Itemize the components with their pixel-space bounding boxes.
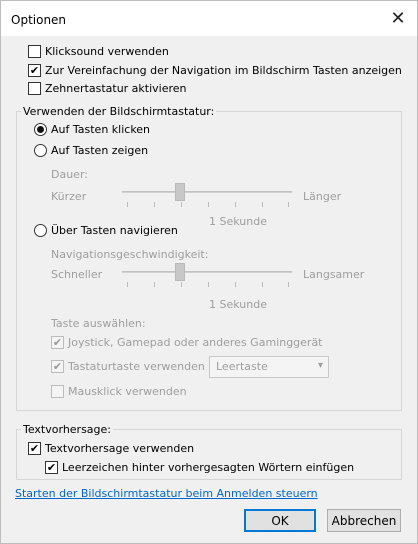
ok-button[interactable]: OK <box>244 509 316 532</box>
radio-hover[interactable] <box>34 144 47 160</box>
scan-value: 1 Sekunde <box>209 298 267 311</box>
scan-min-label: Schneller <box>51 268 103 281</box>
logon-settings-link[interactable]: Starten der Bildschirmtastatur beim Anme… <box>15 487 318 500</box>
prediction-group-legend: Textvorhersage: <box>21 423 114 436</box>
radio-hover-button[interactable] <box>34 144 47 157</box>
joystick-option[interactable]: ✔ <box>51 336 64 349</box>
chevron-down-icon: ▾ <box>317 360 323 371</box>
keyboard-key-checkbox[interactable]: ✔ <box>51 360 64 373</box>
radio-click[interactable] <box>34 123 47 136</box>
click-sound-option[interactable] <box>28 45 41 61</box>
keyboard-key-select-value: Leertaste <box>216 360 268 373</box>
slider-tick <box>235 202 236 207</box>
keyboard-key-option[interactable]: ✔ <box>51 360 64 373</box>
keyboard-key-select[interactable]: Leertaste ▾ <box>209 356 329 378</box>
slider-tick <box>288 202 289 207</box>
scan-speed-label: Navigationsgeschwindigkeit: <box>51 248 209 261</box>
slider-tick <box>127 282 128 287</box>
insert-space-option[interactable]: ✔ <box>45 461 58 474</box>
slider-tick <box>235 282 236 287</box>
slider-tick <box>208 282 209 287</box>
dwell-min-label: Kürzer <box>51 190 87 203</box>
mouse-click-option[interactable] <box>51 385 64 401</box>
scan-slider-track[interactable] <box>122 271 292 273</box>
slider-tick <box>154 202 155 207</box>
close-button[interactable]: ✕ <box>387 7 409 29</box>
radio-click-label[interactable]: Auf Tasten klicken <box>51 123 150 136</box>
slider-tick <box>288 282 289 287</box>
show-keys-label[interactable]: Zur Vereinfachung der Navigation im Bild… <box>45 64 402 77</box>
checkmark-icon: ✔ <box>46 461 57 474</box>
title-bar: Optionen ✕ <box>1 1 417 36</box>
numpad-option[interactable] <box>28 82 41 98</box>
slider-tick <box>262 282 263 287</box>
radio-hover-label[interactable]: Auf Tasten zeigen <box>51 144 148 157</box>
radio-scan[interactable] <box>34 224 47 240</box>
use-prediction-checkbox[interactable]: ✔ <box>28 442 41 455</box>
mouse-click-checkbox[interactable] <box>51 385 64 398</box>
usage-group-legend: Verwenden der Bildschirmtastatur: <box>21 105 217 118</box>
slider-tick <box>181 282 182 287</box>
checkmark-icon: ✔ <box>52 336 63 349</box>
dwell-slider-thumb[interactable] <box>175 183 185 201</box>
use-prediction-option[interactable]: ✔ <box>28 442 41 455</box>
select-keys-label: Taste auswählen: <box>51 317 146 330</box>
radio-scan-label[interactable]: Über Tasten navigieren <box>51 224 178 237</box>
dwell-label: Dauer: <box>51 168 88 181</box>
options-dialog: Optionen ✕ Klicksound verwenden ✔ Zur Ve… <box>0 0 418 544</box>
insert-space-label[interactable]: Leerzeichen hinter vorhergesagten Wörter… <box>62 461 354 474</box>
click-sound-label[interactable]: Klicksound verwenden <box>45 45 169 58</box>
dwell-max-label: Länger <box>303 190 342 203</box>
dwell-slider-track[interactable] <box>122 191 292 193</box>
numpad-label[interactable]: Zehnertastatur aktivieren <box>45 82 187 95</box>
joystick-checkbox[interactable]: ✔ <box>51 336 64 349</box>
joystick-label[interactable]: Joystick, Gamepad oder anderes Gamingger… <box>68 336 323 349</box>
numpad-checkbox[interactable] <box>28 82 41 95</box>
cancel-button[interactable]: Abbrechen <box>327 509 401 532</box>
use-prediction-label[interactable]: Textvorhersage verwenden <box>45 442 194 455</box>
checkmark-icon: ✔ <box>52 360 63 373</box>
scan-slider-thumb[interactable] <box>175 263 185 281</box>
slider-tick <box>208 202 209 207</box>
slider-tick <box>181 202 182 207</box>
insert-space-checkbox[interactable]: ✔ <box>45 461 58 474</box>
dwell-value: 1 Sekunde <box>209 215 267 228</box>
mouse-click-label[interactable]: Mausklick verwenden <box>68 385 187 398</box>
show-keys-option[interactable]: ✔ <box>28 64 41 77</box>
radio-scan-button[interactable] <box>34 224 47 237</box>
scan-max-label: Langsamer <box>303 268 365 281</box>
checkmark-icon: ✔ <box>29 64 40 77</box>
radio-selected-dot <box>37 126 44 133</box>
slider-tick <box>262 202 263 207</box>
keyboard-key-label[interactable]: Tastaturtaste verwenden <box>68 360 205 373</box>
radio-click-button[interactable] <box>34 123 47 136</box>
dialog-title: Optionen <box>11 13 67 27</box>
slider-tick <box>154 282 155 287</box>
checkmark-icon: ✔ <box>29 442 40 455</box>
show-keys-checkbox[interactable]: ✔ <box>28 64 41 77</box>
close-icon: ✕ <box>390 7 406 29</box>
click-sound-checkbox[interactable] <box>28 45 41 58</box>
slider-tick <box>127 202 128 207</box>
